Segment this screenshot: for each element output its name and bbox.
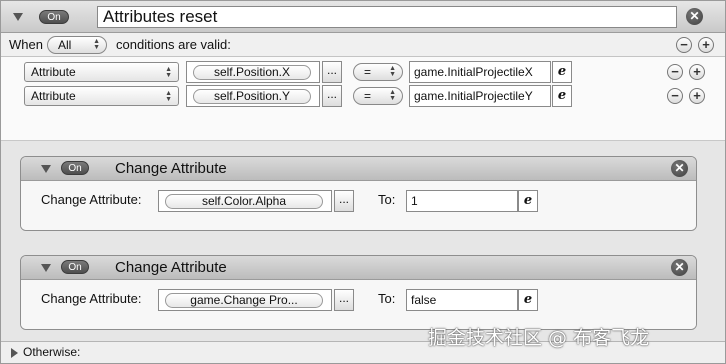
- operator-select[interactable]: = ▲ ▼: [353, 87, 403, 105]
- action-card: On Change Attribute ✕ Change Attribute: …: [20, 255, 697, 330]
- collapse-triangle-icon[interactable]: [41, 165, 51, 173]
- conditions-valid-label: conditions are valid:: [116, 37, 231, 52]
- condition-type-select[interactable]: Attribute ▲ ▼: [24, 86, 179, 106]
- attribute-browse-button[interactable]: ...: [322, 61, 342, 83]
- attribute-browse-button[interactable]: ...: [334, 190, 354, 212]
- actions-area: On Change Attribute ✕ Change Attribute: …: [1, 140, 725, 341]
- rule-close-icon[interactable]: ✕: [686, 8, 703, 25]
- expression-editor-icon[interactable]: e: [552, 85, 572, 107]
- rule-header: On Attributes reset ✕: [1, 1, 725, 33]
- rule-on-toggle[interactable]: On: [39, 10, 69, 24]
- updown-arrows-icon: ▲ ▼: [93, 38, 100, 51]
- conditions-area: Attribute ▲ ▼ self.Position.X ... = ▲ ▼ ga…: [1, 57, 725, 140]
- action-on-toggle[interactable]: On: [61, 260, 89, 274]
- add-condition-button[interactable]: +: [689, 64, 705, 80]
- condition-type-select[interactable]: Attribute ▲ ▼: [24, 62, 179, 82]
- rule-editor: On Attributes reset ✕ When All ▲ ▼ condit…: [0, 0, 726, 364]
- attribute-token[interactable]: self.Color.Alpha: [165, 194, 323, 209]
- remove-condition-button[interactable]: −: [667, 64, 683, 80]
- to-value-input[interactable]: 1: [406, 190, 518, 212]
- action-title: Change Attribute: [115, 160, 227, 177]
- change-attribute-label: Change Attribute:: [41, 192, 142, 207]
- remove-condition-group-button[interactable]: −: [676, 37, 692, 53]
- action-close-icon[interactable]: ✕: [671, 259, 688, 276]
- rule-title-input[interactable]: Attributes reset: [97, 6, 677, 28]
- to-value-input[interactable]: false: [406, 289, 518, 311]
- attribute-browse-button[interactable]: ...: [322, 85, 342, 107]
- when-row: When All ▲ ▼ conditions are valid: − +: [1, 33, 725, 57]
- action-close-icon[interactable]: ✕: [671, 160, 688, 177]
- attribute-field[interactable]: self.Color.Alpha: [158, 190, 332, 212]
- add-condition-button[interactable]: +: [689, 88, 705, 104]
- attribute-field[interactable]: self.Position.Y: [186, 85, 320, 107]
- updown-arrows-icon: ▲ ▼: [165, 66, 172, 79]
- attribute-field[interactable]: self.Position.X: [186, 61, 320, 83]
- condition-mode-select[interactable]: All ▲ ▼: [47, 36, 107, 54]
- watermark: 掘金技术社区 @ 布客飞龙: [428, 327, 650, 349]
- expand-triangle-icon[interactable]: [11, 348, 18, 358]
- expression-editor-icon[interactable]: e: [518, 190, 538, 212]
- attribute-token[interactable]: self.Position.X: [193, 65, 311, 80]
- condition-type-value: Attribute: [31, 65, 76, 79]
- expression-editor-icon[interactable]: e: [552, 61, 572, 83]
- action-header: On Change Attribute ✕: [21, 157, 696, 181]
- action-card: On Change Attribute ✕ Change Attribute: …: [20, 156, 697, 231]
- when-label: When: [9, 37, 43, 52]
- condition-type-value: Attribute: [31, 89, 76, 103]
- expression-editor-icon[interactable]: e: [518, 289, 538, 311]
- operator-value: =: [364, 89, 372, 103]
- remove-condition-button[interactable]: −: [667, 88, 683, 104]
- updown-arrows-icon: ▲ ▼: [389, 89, 396, 102]
- action-title: Change Attribute: [115, 259, 227, 276]
- operator-value: =: [364, 65, 372, 79]
- updown-arrows-icon: ▲ ▼: [389, 65, 396, 78]
- add-condition-group-button[interactable]: +: [698, 37, 714, 53]
- attribute-token[interactable]: self.Position.Y: [193, 89, 311, 104]
- updown-arrows-icon: ▲ ▼: [165, 90, 172, 103]
- to-label: To:: [378, 192, 396, 207]
- change-attribute-label: Change Attribute:: [41, 291, 142, 306]
- action-on-toggle[interactable]: On: [61, 161, 89, 175]
- attribute-token[interactable]: game.Change Pro...: [165, 293, 323, 308]
- action-header: On Change Attribute ✕: [21, 256, 696, 280]
- attribute-browse-button[interactable]: ...: [334, 289, 354, 311]
- action-body: Change Attribute: self.Color.Alpha ... T…: [21, 181, 696, 230]
- expression-input[interactable]: game.InitialProjectileY: [409, 85, 551, 107]
- condition-mode-value: All: [58, 38, 72, 52]
- otherwise-label: Otherwise:: [23, 345, 81, 359]
- to-label: To:: [378, 291, 396, 306]
- collapse-triangle-icon[interactable]: [13, 13, 23, 21]
- expression-input[interactable]: game.InitialProjectileX: [409, 61, 551, 83]
- attribute-field[interactable]: game.Change Pro...: [158, 289, 332, 311]
- collapse-triangle-icon[interactable]: [41, 264, 51, 272]
- operator-select[interactable]: = ▲ ▼: [353, 63, 403, 81]
